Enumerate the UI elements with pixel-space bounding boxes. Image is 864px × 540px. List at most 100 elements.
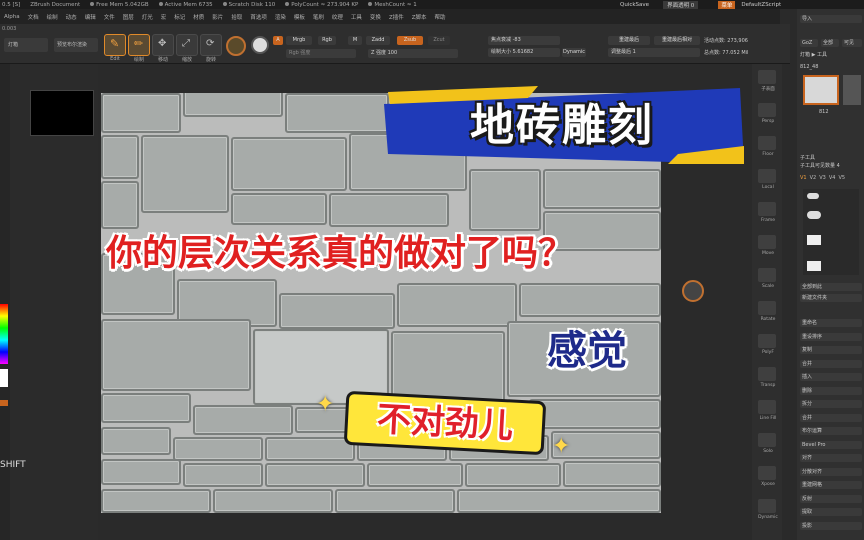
menu-item[interactable]: 笔刷	[313, 13, 324, 21]
menu-item[interactable]: 标记	[174, 13, 185, 21]
subtool-action-button[interactable]: 拆分	[800, 400, 862, 408]
switch-color-button[interactable]	[0, 400, 8, 406]
transparency-slider[interactable]: 界面透明 0	[663, 0, 699, 9]
menu-item[interactable]: 文档	[28, 13, 39, 21]
subtool-action-button[interactable]: 提取	[800, 508, 862, 516]
new-folder-button[interactable]: 新建文件夹	[800, 294, 862, 302]
subtool-action-button[interactable]: 重命名	[800, 319, 862, 327]
pivot-gizmo-icon[interactable]	[682, 280, 704, 302]
dock-line-fill-icon[interactable]	[758, 400, 776, 414]
focal-shift-slider[interactable]: 焦点衰减 -83	[488, 36, 560, 45]
adjust-last-slider[interactable]: 调整最后 1	[608, 48, 700, 57]
tab-v3[interactable]: V3	[819, 175, 826, 183]
dock-transp-icon[interactable]	[758, 367, 776, 381]
subtool-action-button[interactable]: Bevel Pro	[800, 440, 862, 449]
resetdiv-relative-button[interactable]: 重建最后相对	[654, 36, 700, 45]
preview-button[interactable]: 预览布尔渲染	[54, 38, 98, 52]
resetdiv-button[interactable]: 重建最后	[608, 36, 650, 45]
material-sphere-icon[interactable]	[226, 36, 246, 56]
menu-item[interactable]: 纹理	[332, 13, 343, 21]
subtool-action-button[interactable]: 合并	[800, 413, 862, 422]
subtool-list[interactable]	[803, 189, 859, 275]
edit-button[interactable]: ✎	[104, 34, 126, 56]
texture-icon[interactable]	[251, 36, 269, 54]
subtool-action-button[interactable]: 复制	[800, 346, 862, 354]
all-button[interactable]: 全部	[821, 39, 839, 47]
tab-v1[interactable]: V1	[800, 175, 807, 183]
mrgb-toggle[interactable]: Mrgb	[286, 36, 312, 45]
subtool-action-button[interactable]: 布尔运算	[800, 427, 862, 435]
subtool-action-button[interactable]: 插入	[800, 373, 862, 381]
goz-button[interactable]: GoZ	[800, 39, 818, 47]
move-button[interactable]: ✥	[152, 34, 174, 56]
tab-v5[interactable]: V5	[838, 175, 845, 183]
z-intensity-slider[interactable]: Z 强度 100	[368, 49, 458, 58]
default-script[interactable]: DefaultZScript	[741, 2, 781, 8]
menu-item[interactable]: 影片	[212, 13, 223, 21]
a-toggle[interactable]: A	[273, 36, 283, 45]
draw-size-slider[interactable]: 绘制大小 5.61682	[488, 48, 560, 57]
draw-button[interactable]: ✏	[128, 34, 150, 56]
visible-button[interactable]: 可见	[842, 39, 862, 47]
dock-scale-icon[interactable]	[758, 268, 776, 282]
subtool-action-button[interactable]: 投影	[800, 521, 862, 530]
scale-button[interactable]: ⤢	[176, 34, 198, 56]
subtool-action-button[interactable]: 重设排序	[800, 332, 862, 341]
menu-item[interactable]: Alpha	[4, 14, 20, 20]
menu-item[interactable]: 变换	[370, 13, 381, 21]
menu-item[interactable]: 渲染	[275, 13, 286, 21]
menu-item[interactable]: 编辑	[85, 13, 96, 21]
tab-v2[interactable]: V2	[810, 175, 817, 183]
menu-item[interactable]: 帮助	[435, 13, 446, 21]
tool-thumbnail-secondary[interactable]	[843, 75, 861, 105]
dock-子表面-icon[interactable]	[758, 70, 776, 84]
subtool-action-button[interactable]: 分散对齐	[800, 467, 862, 476]
zcut-toggle[interactable]: Zcut	[428, 36, 450, 45]
menu-item[interactable]: 宏	[161, 13, 167, 21]
dock-solo-icon[interactable]	[758, 433, 776, 447]
import-button[interactable]: 导入	[800, 15, 862, 23]
subtool-action-button[interactable]: 反射	[800, 494, 862, 503]
rotate-button[interactable]: ⟳	[200, 34, 222, 56]
menus-button[interactable]: 菜单	[718, 0, 736, 9]
subtool-header[interactable]: 子工具	[800, 154, 862, 162]
menu-item[interactable]: 灯光	[142, 13, 153, 21]
zsub-toggle[interactable]: Zsub	[397, 36, 423, 45]
menu-item[interactable]: 绘制	[47, 13, 58, 21]
dock-local-icon[interactable]	[758, 169, 776, 183]
dock-xpose-icon[interactable]	[758, 466, 776, 480]
menu-item[interactable]: 首选项	[250, 13, 267, 21]
dock-move-icon[interactable]	[758, 235, 776, 249]
subtool-action-button[interactable]: 合并	[800, 359, 862, 368]
color-picker[interactable]	[0, 304, 8, 364]
dynamic-toggle[interactable]: Dynamic	[562, 48, 586, 57]
quicksave-button[interactable]: QuickSave	[620, 2, 649, 8]
menu-item[interactable]: 图层	[123, 13, 134, 21]
tool-thumbnail[interactable]	[803, 75, 839, 105]
menu-item[interactable]: 材质	[193, 13, 204, 21]
menu-item[interactable]: 模板	[294, 13, 305, 21]
lightbox-button[interactable]: 灯箱	[4, 38, 48, 52]
subtool-action-button[interactable]: 对齐	[800, 454, 862, 462]
menu-item[interactable]: Z脚本	[412, 13, 427, 21]
menu-item[interactable]: 动态	[66, 13, 77, 21]
navigation-thumbnail[interactable]	[30, 90, 94, 136]
dock-persp-icon[interactable]	[758, 103, 776, 117]
dock-dynamic-icon[interactable]	[758, 499, 776, 513]
rgb-intensity-slider[interactable]: Rgb 强度	[286, 49, 356, 58]
zadd-toggle[interactable]: Zadd	[366, 36, 390, 45]
menu-item[interactable]: 拾取	[231, 13, 242, 21]
menu-item[interactable]: 文件	[104, 13, 115, 21]
menu-item[interactable]: Z插件	[389, 13, 404, 21]
subtool-action-button[interactable]: 删除	[800, 386, 862, 395]
subtool-action-button[interactable]: 重建网格	[800, 481, 862, 489]
main-color-swatch[interactable]	[0, 369, 8, 387]
tab-v4[interactable]: V4	[829, 175, 836, 183]
dock-floor-icon[interactable]	[758, 136, 776, 150]
dock-frame-icon[interactable]	[758, 202, 776, 216]
menu-item[interactable]: 工具	[351, 13, 362, 21]
dock-rotate-icon[interactable]	[758, 301, 776, 315]
list-all-button[interactable]: 全部到此	[800, 283, 862, 291]
rgb-toggle[interactable]: Rgb	[318, 36, 336, 45]
lightbox-tools[interactable]: 灯箱 ▶ 工具	[800, 51, 862, 59]
